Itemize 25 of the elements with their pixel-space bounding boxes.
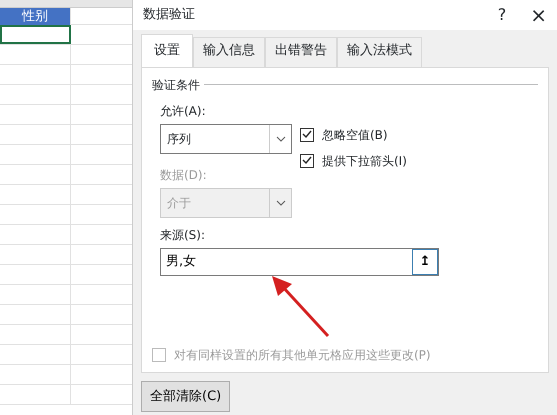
field-label: 来源(S): [160,226,206,244]
dialog-title: 数据验证 [143,6,196,24]
field-label: 允许(A): [160,102,207,120]
clear-all-button[interactable]: 全部清除(C) [141,380,230,412]
checkbox[interactable] [300,128,314,142]
group-title: 验证条件 [152,76,200,94]
checkbox-label: 对有同样设置的所有其他单元格应用这些更改(P) [174,346,431,364]
chevron-down-icon [276,200,286,206]
header-cell: 性别 [0,8,70,25]
collapse-button[interactable]: ↥ [412,248,438,274]
dropdown[interactable]: 序列 [160,124,292,154]
checkbox[interactable] [300,154,314,168]
tab[interactable]: 输入法模式 [337,37,422,66]
tab[interactable]: 输入信息 [193,37,265,66]
checkbox-label: 忽略空值(B) [322,126,388,144]
chevron-down-icon [276,136,286,142]
tab[interactable]: 出错警告 [265,37,337,66]
close-button[interactable]: × [530,0,547,30]
source-field[interactable]: 男,女 ↥ [160,248,439,276]
selected-cell[interactable] [0,25,71,44]
arrow-drawing [270,276,332,338]
field-label: 数据(D): [160,166,208,184]
tab[interactable]: 设置 [141,34,193,66]
help-button[interactable]: ? [498,3,506,27]
checkbox-label: 提供下拉箭头(I) [322,152,407,170]
